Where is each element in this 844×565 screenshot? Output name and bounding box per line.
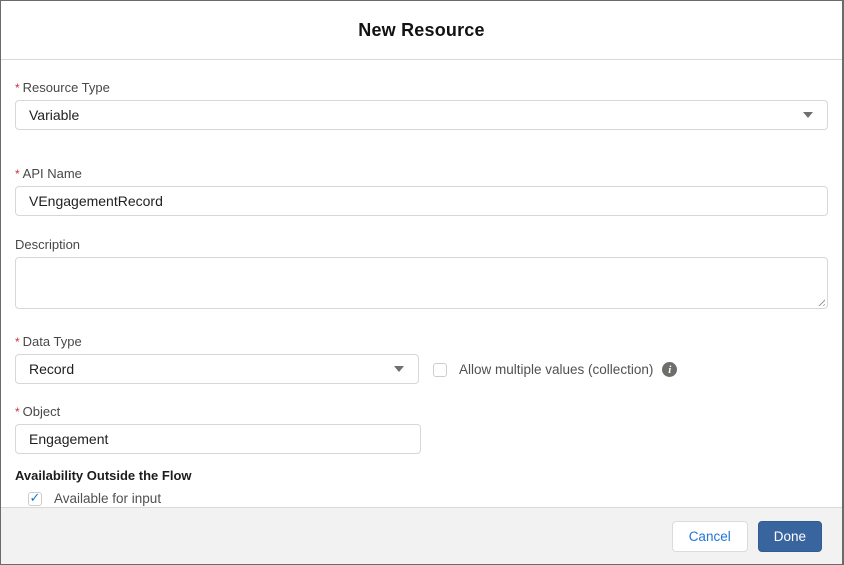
api-name-field: * API Name: [15, 166, 828, 216]
object-label: * Object: [15, 404, 828, 419]
new-resource-dialog: New Resource * Resource Type Variable * AP…: [0, 0, 844, 565]
object-input[interactable]: [15, 424, 421, 454]
api-name-label-text: API Name: [22, 166, 82, 181]
api-name-label: * API Name: [15, 166, 828, 181]
resource-type-value: Variable: [29, 107, 80, 123]
required-asterisk: *: [15, 335, 20, 349]
chevron-down-icon: [803, 112, 813, 118]
resource-type-dropdown[interactable]: Variable: [15, 100, 828, 130]
data-type-label-text: Data Type: [22, 334, 82, 349]
collection-checkbox-label: Allow multiple values (collection): [459, 362, 654, 377]
dialog-title: New Resource: [358, 19, 485, 40]
done-button[interactable]: Done: [757, 520, 822, 552]
dialog-body: *Resource Type Variable *API Name Descri…: [1, 60, 842, 507]
info-icon[interactable]: i: [662, 362, 678, 377]
description-textarea[interactable]: [15, 257, 828, 309]
object-label-text: Object: [22, 404, 61, 419]
required-asterisk: *: [15, 167, 20, 181]
api-name-input[interactable]: [15, 186, 828, 216]
description-label-text: Description: [15, 237, 81, 252]
required-asterisk: *: [15, 81, 20, 95]
available-for-input-option: ✓ Available for input: [28, 491, 828, 506]
collection-checkbox[interactable]: [433, 362, 447, 377]
data-type-dropdown[interactable]: Record: [15, 354, 419, 384]
resource-type-label-text: Resource Type: [22, 80, 110, 95]
resource-type-field: * Resource Type Variable: [15, 80, 828, 130]
data-type-label: * Data Type: [15, 334, 419, 349]
data-type-field: * Data Type Record: [15, 334, 419, 384]
dialog-header: New Resource: [1, 1, 842, 60]
resource-type-label: * Resource Type: [15, 80, 828, 95]
availability-heading: Availability Outside the Flow: [15, 468, 192, 483]
description-label: Description: [15, 237, 828, 252]
cancel-button[interactable]: Cancel: [671, 520, 748, 552]
description-field: Description: [15, 237, 828, 309]
data-type-value: Record: [29, 361, 75, 377]
check-icon: ✓: [29, 490, 41, 505]
required-asterisk: *: [15, 405, 20, 419]
object-field: * Object: [15, 404, 828, 454]
available-for-input-checkbox[interactable]: ✓: [28, 490, 42, 506]
collection-option: Allow multiple values (collection) i: [433, 362, 678, 377]
data-type-row: * Data Type Record Allow multiple values …: [15, 334, 828, 384]
chevron-down-icon: [394, 366, 404, 372]
available-for-input-label: Available for input: [54, 491, 162, 506]
dialog-footer: Cancel Done: [1, 507, 842, 564]
